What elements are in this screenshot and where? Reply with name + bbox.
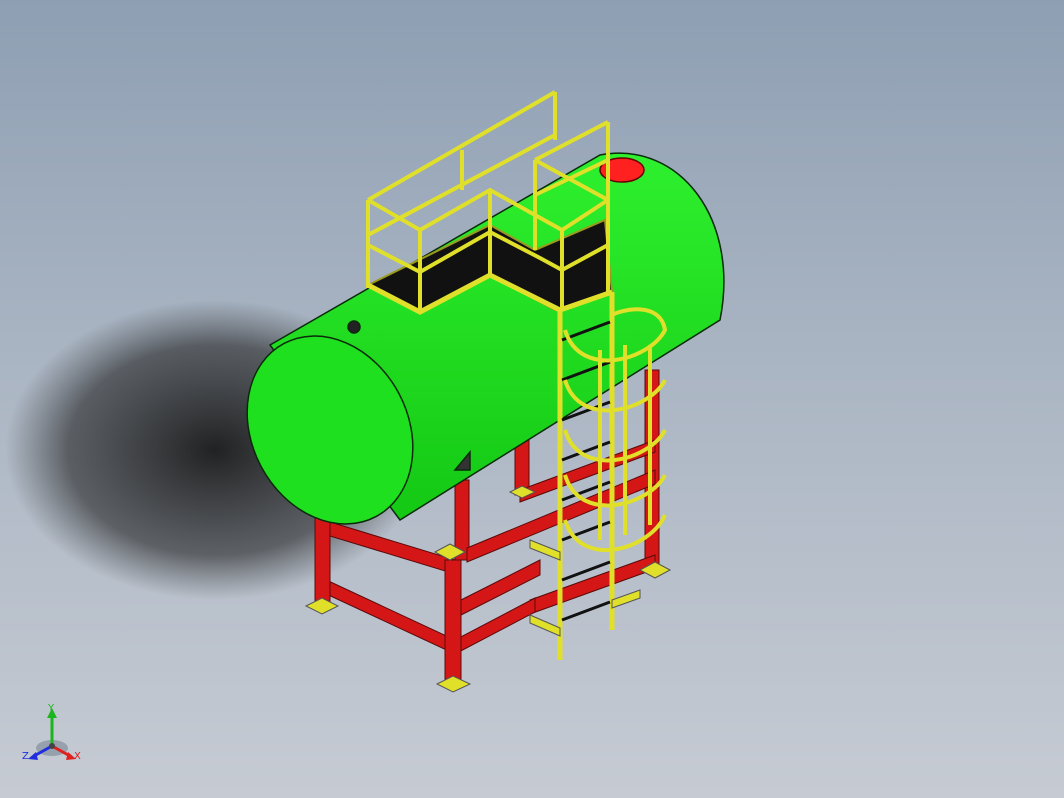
- frame-beam-right-low: [529, 554, 656, 615]
- graphics-viewport[interactable]: Y Z X: [0, 0, 1064, 798]
- frame-beam-front-low: [321, 577, 456, 655]
- x-axis-label: X: [74, 751, 81, 762]
- tank-nozzle: [347, 320, 361, 334]
- z-axis-label: Z: [22, 751, 29, 762]
- model-scene[interactable]: [0, 0, 1064, 798]
- frame-leg-front-left: [314, 514, 331, 611]
- foot-plate: [435, 675, 472, 693]
- foot-plate: [304, 597, 340, 615]
- view-orientation-triad[interactable]: Y Z X: [16, 700, 96, 780]
- triad-graphic: [28, 708, 76, 760]
- y-axis-label: Y: [48, 703, 55, 714]
- frame-leg-front-middle: [444, 559, 462, 683]
